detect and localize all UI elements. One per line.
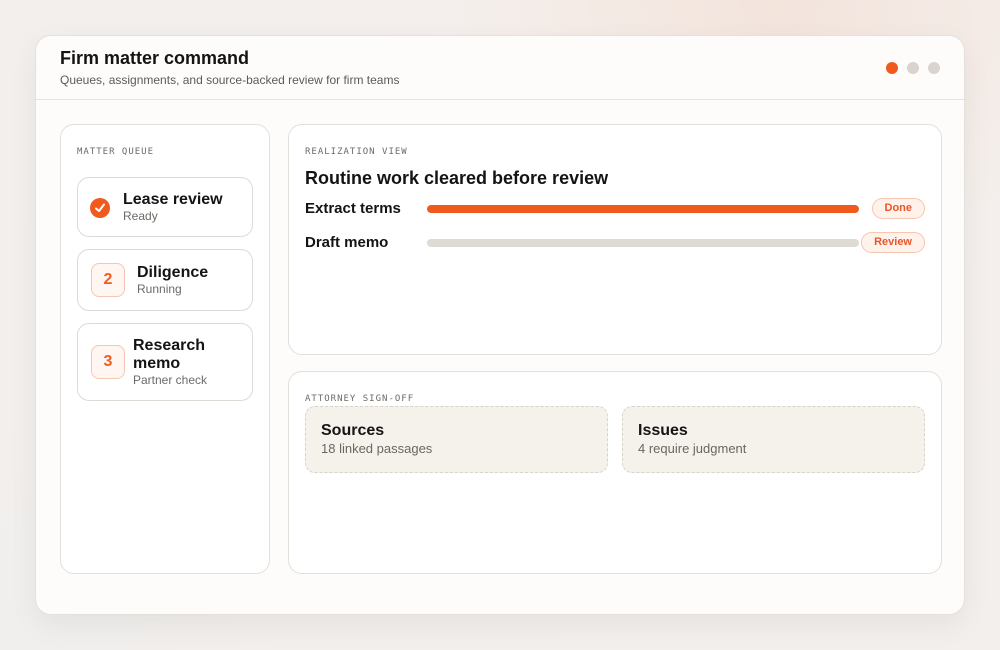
queue-item-research-memo[interactable]: 3 Research memo Partner check: [77, 323, 253, 401]
dot-indicator[interactable]: [928, 62, 940, 74]
realization-label: REALIZATION VIEW: [305, 147, 408, 157]
progress-bar: [427, 205, 859, 213]
queue-item-title: Diligence: [137, 264, 209, 281]
check-icon: [90, 198, 110, 218]
signoff-card-title: Sources: [321, 422, 385, 439]
realization-heading: Routine work cleared before review: [305, 168, 609, 188]
task-row-extract-terms: Extract terms Done: [305, 197, 925, 221]
queue-number-badge: 2: [91, 263, 125, 297]
queue-item-diligence[interactable]: 2 Diligence Running: [77, 249, 253, 311]
dot-indicator-active[interactable]: [886, 62, 898, 74]
queue-item-title: Research memo: [133, 337, 206, 372]
queue-item-lease-review[interactable]: Lease review Ready: [77, 177, 253, 237]
status-badge-done[interactable]: Done: [871, 198, 925, 219]
signoff-card-description: 18 linked passages: [321, 441, 433, 456]
app-window: Firm matter command Queues, assignments,…: [35, 35, 965, 615]
task-row-draft-memo: Draft memo Review: [305, 231, 925, 255]
task-label: Extract terms: [305, 200, 401, 217]
page-title: Firm matter command: [60, 48, 250, 68]
status-badge-review[interactable]: Review: [861, 232, 925, 253]
app-header: Firm matter command Queues, assignments,…: [36, 36, 964, 100]
progress-bar: [427, 239, 859, 247]
matter-queue-panel: MATTER QUEUE Lease review Ready 2 Dilige…: [60, 124, 270, 574]
signoff-card-sources[interactable]: Sources 18 linked passages: [305, 406, 608, 473]
queue-item-status: Ready: [123, 209, 158, 223]
queue-item-status: Running: [137, 282, 182, 296]
progress-fill: [427, 205, 859, 213]
window-dots: [886, 62, 940, 74]
signoff-label: ATTORNEY SIGN-OFF: [305, 394, 415, 404]
signoff-card-title: Issues: [638, 422, 688, 439]
queue-item-status: Partner check: [133, 373, 208, 387]
dot-indicator[interactable]: [907, 62, 919, 74]
matter-queue-label: MATTER QUEUE: [77, 147, 155, 157]
queue-item-title: Lease review: [123, 191, 223, 208]
page-subtitle: Queues, assignments, and source-backed r…: [60, 73, 400, 87]
signoff-card-issues[interactable]: Issues 4 require judgment: [622, 406, 925, 473]
realization-panel: REALIZATION VIEW Routine work cleared be…: [288, 124, 942, 355]
signoff-card-description: 4 require judgment: [638, 441, 747, 456]
task-label: Draft memo: [305, 234, 389, 251]
queue-number-badge: 3: [91, 345, 125, 379]
attorney-signoff-panel: ATTORNEY SIGN-OFF Sources 18 linked pass…: [288, 371, 942, 574]
